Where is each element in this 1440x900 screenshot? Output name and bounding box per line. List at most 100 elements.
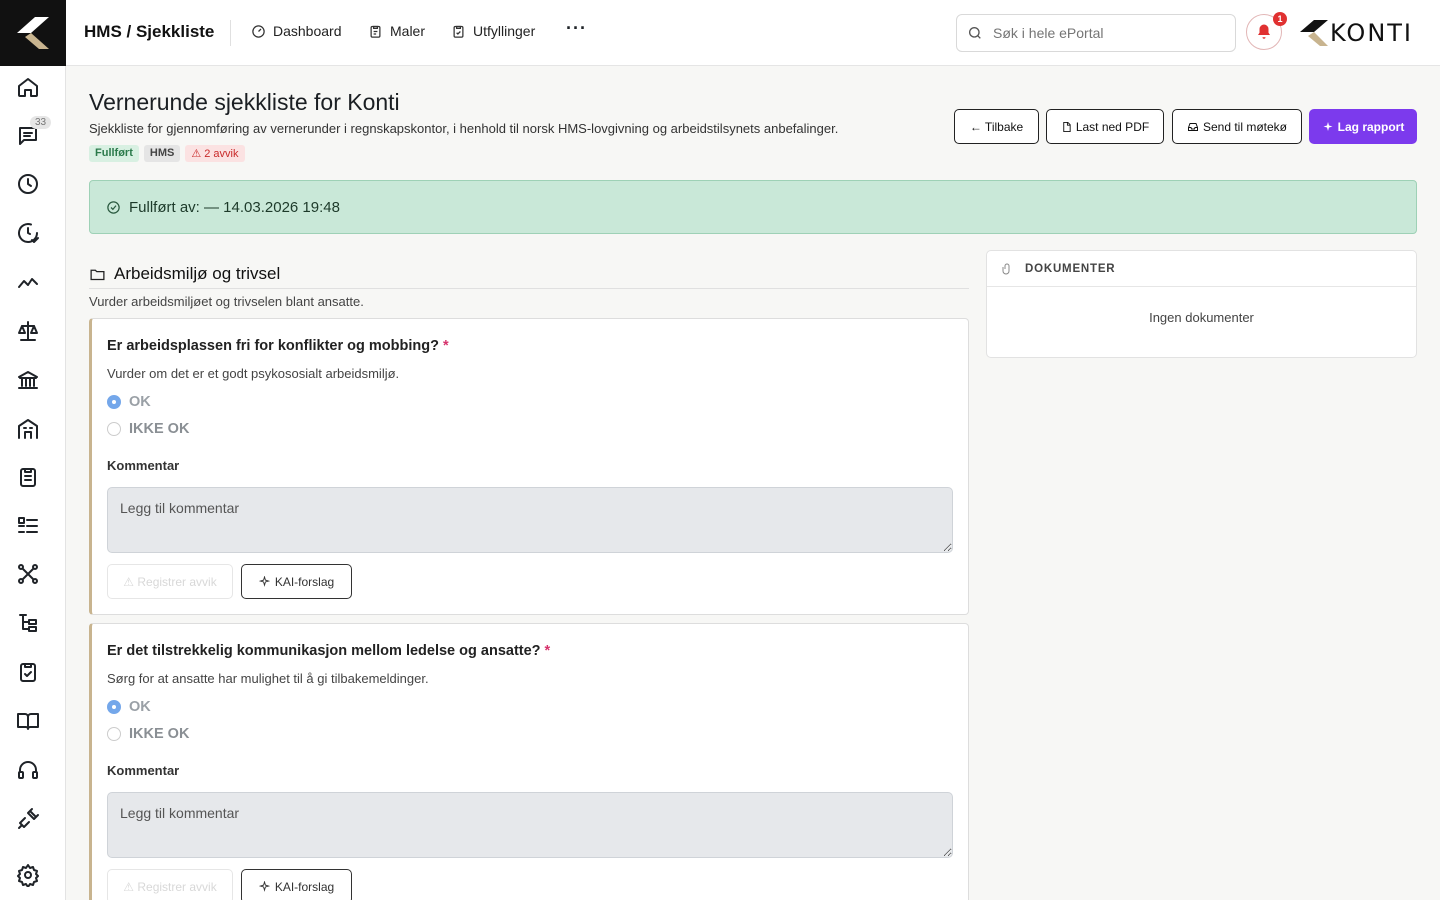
question-description: Sørg for at ansatte har mulighet til å g… xyxy=(107,671,429,686)
documents-header: DOKUMENTER xyxy=(987,251,1416,287)
question-title-text: Er det tilstrekkelig kommunikasjon mello… xyxy=(107,643,541,659)
list-icon[interactable] xyxy=(14,512,42,540)
question-card: Er det tilstrekkelig kommunikasjon mello… xyxy=(89,623,969,900)
deviation-badge: ⚠ 2 avvik xyxy=(185,145,245,162)
download-pdf-label: Last ned PDF xyxy=(1075,119,1150,134)
option-not-ok[interactable]: IKKE OK xyxy=(107,726,189,742)
question-card: Er arbeidsplassen fri for konflikter og … xyxy=(89,318,969,615)
kai-suggestion-button[interactable]: KAI-forslag xyxy=(241,869,352,900)
breadcrumb: HMS / Sjekkliste xyxy=(84,22,215,41)
building-icon[interactable] xyxy=(14,415,42,443)
create-report-label: Lag rapport xyxy=(1337,119,1405,134)
back-button[interactable]: ← Tilbake xyxy=(954,109,1039,144)
brand-logo: KONTI xyxy=(1298,18,1413,48)
required-marker: * xyxy=(442,338,449,354)
tree-icon[interactable] xyxy=(14,609,42,637)
question-title: Er det tilstrekkelig kommunikasjon mello… xyxy=(107,643,550,659)
file-icon xyxy=(1063,121,1071,132)
divider xyxy=(230,20,231,46)
required-marker: * xyxy=(544,643,551,659)
scale-icon[interactable] xyxy=(14,317,42,345)
nav-utfyllinger[interactable]: Utfyllinger xyxy=(451,23,535,39)
clock-check-icon[interactable] xyxy=(14,219,42,247)
section-title: Arbeidsmiljø og trivsel xyxy=(114,264,281,283)
radio-ok-checked[interactable] xyxy=(107,700,121,714)
konti-logo-icon xyxy=(17,17,49,49)
category-badge: HMS xyxy=(143,145,181,162)
radio-not-ok[interactable] xyxy=(107,727,121,741)
dashboard-icon xyxy=(252,24,265,38)
nav-dashboard-label: Dashboard xyxy=(273,23,342,39)
comment-field[interactable] xyxy=(107,487,953,553)
question-title-text: Er arbeidsplassen fri for konflikter og … xyxy=(107,338,439,354)
option-not-ok-label: IKKE OK xyxy=(129,421,190,437)
send-to-meeting-button[interactable]: Send til møtekø xyxy=(1172,109,1302,144)
question-title: Er arbeidsplassen fri for konflikter og … xyxy=(107,338,449,354)
clipboard-check-icon xyxy=(453,25,464,38)
notifications-button[interactable]: 1 xyxy=(1246,12,1287,50)
clipboard-list-icon[interactable] xyxy=(14,463,42,491)
app-logo[interactable] xyxy=(0,0,66,66)
comment-label: Kommentar xyxy=(107,458,180,473)
nav-utfyllinger-label: Utfyllinger xyxy=(473,23,536,39)
paperclip-icon xyxy=(1002,263,1010,274)
send-to-meeting-label: Send til møtekø xyxy=(1202,119,1288,134)
plug-icon[interactable] xyxy=(14,805,42,833)
book-icon[interactable] xyxy=(14,707,42,735)
bank-icon[interactable] xyxy=(14,366,42,394)
option-ok[interactable]: OK xyxy=(107,394,151,410)
bell-icon xyxy=(1258,24,1270,39)
sparkle-icon xyxy=(1323,121,1333,131)
page-title: Vernerunde sjekkliste for Konti xyxy=(89,89,400,115)
kai-suggestion-button[interactable]: KAI-forslag xyxy=(241,564,352,599)
option-ok[interactable]: OK xyxy=(107,699,151,715)
status-badge: Fullført xyxy=(89,145,139,162)
clipboard-check-icon[interactable] xyxy=(14,658,42,686)
create-report-button[interactable]: Lag rapport xyxy=(1309,109,1417,144)
brand-name: KONTI xyxy=(1330,19,1414,47)
tags: Fullført HMS ⚠ 2 avvik xyxy=(89,145,245,162)
more-menu-button[interactable]: ··· xyxy=(566,18,587,39)
search-icon xyxy=(969,27,981,39)
documents-panel: DOKUMENTER Ingen dokumenter xyxy=(986,250,1417,358)
settings-icon[interactable] xyxy=(14,861,42,889)
download-pdf-button[interactable]: Last ned PDF xyxy=(1046,109,1164,144)
radio-ok-checked[interactable] xyxy=(107,395,121,409)
nav-maler[interactable]: Maler xyxy=(368,23,425,39)
inbox-icon xyxy=(1187,122,1198,131)
nav-maler-label: Maler xyxy=(390,23,426,39)
search-input[interactable] xyxy=(993,25,1223,41)
konti-mark-icon xyxy=(1300,20,1328,46)
register-deviation-button[interactable]: ⚠ Registrer avvik xyxy=(107,869,233,900)
completed-text: Fullført av: — 14.03.2026 19:48 xyxy=(129,198,340,216)
clipboard-icon xyxy=(370,25,381,38)
chat-count-badge: 33 xyxy=(30,116,52,129)
page-subtitle: Sjekkliste for gjennomføring av vernerun… xyxy=(89,121,839,136)
check-circle-icon xyxy=(107,200,120,214)
register-deviation-button[interactable]: ⚠ Registrer avvik xyxy=(107,564,233,599)
section-header: Arbeidsmiljø og trivsel xyxy=(89,264,280,284)
search-box[interactable] xyxy=(956,14,1236,52)
radio-not-ok[interactable] xyxy=(107,422,121,436)
kai-suggestion-label: KAI-forslag xyxy=(274,574,335,589)
option-ok-label: OK xyxy=(129,699,151,715)
sidebar: 33 xyxy=(0,0,66,900)
network-icon[interactable] xyxy=(14,560,42,588)
option-ok-label: OK xyxy=(129,394,151,410)
nav-dashboard[interactable]: Dashboard xyxy=(251,23,342,39)
sparkle-icon xyxy=(258,881,270,892)
option-not-ok[interactable]: IKKE OK xyxy=(107,421,189,437)
trend-icon[interactable] xyxy=(14,268,42,296)
home-icon[interactable] xyxy=(14,73,42,101)
comment-label: Kommentar xyxy=(107,763,180,778)
question-description: Vurder om det er et godt psykososialt ar… xyxy=(107,366,400,381)
documents-empty-text: Ingen dokumenter xyxy=(1149,310,1254,325)
comment-field[interactable] xyxy=(107,792,953,858)
clock-icon[interactable] xyxy=(14,170,42,198)
documents-title: DOKUMENTER xyxy=(1025,262,1116,275)
section-divider xyxy=(89,288,969,289)
completed-banner: Fullført av: — 14.03.2026 19:48 xyxy=(89,180,1417,234)
notification-count: 1 xyxy=(1273,12,1287,26)
folder-icon xyxy=(90,269,105,280)
headset-icon[interactable] xyxy=(14,756,42,784)
